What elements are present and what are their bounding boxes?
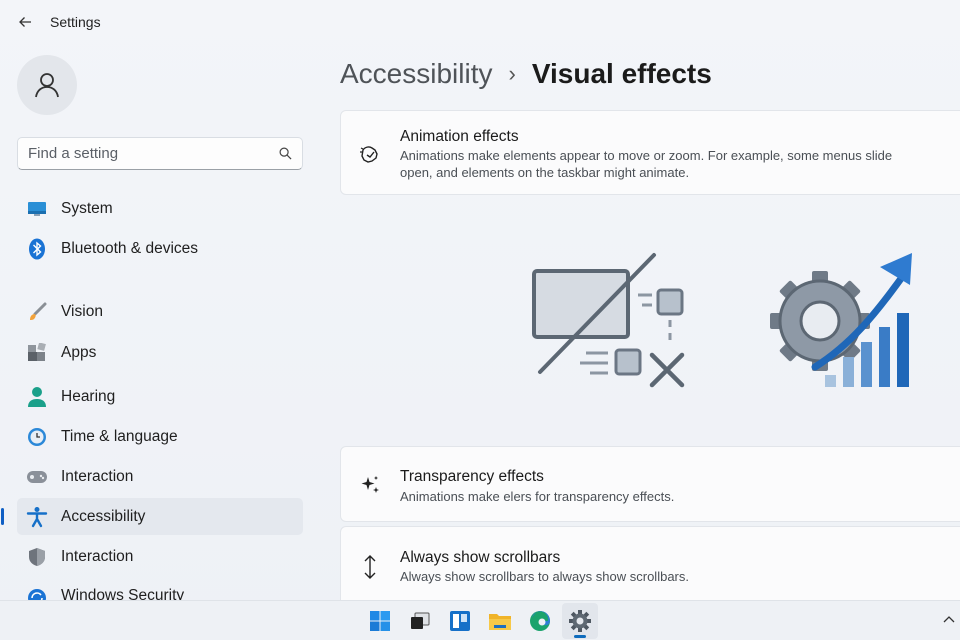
card-description: Always show scrollbars to always show sc… <box>400 569 689 584</box>
monitor-icon <box>26 198 48 220</box>
back-arrow-icon <box>19 17 31 27</box>
card-description: Animations make elements appear to move … <box>400 148 893 180</box>
sidebar-item-label: Time & language <box>61 427 178 445</box>
sidebar-item-time-language[interactable]: Time & language <box>17 418 303 455</box>
card-title: Always show scrollbars <box>400 549 561 566</box>
sidebar-item-label: Apps <box>61 343 97 361</box>
brush-icon <box>26 301 48 323</box>
sidebar-item-label: Interaction <box>61 547 134 565</box>
title-bar: Settings <box>0 0 960 44</box>
sidebar-item-label: Hearing <box>61 387 116 405</box>
sidebar-item-accessibility[interactable]: Accessibility <box>1 498 303 535</box>
apps-icon <box>26 342 48 364</box>
sidebar: Find a setting System Bluetooth & device… <box>0 44 320 600</box>
search-icon[interactable] <box>279 147 292 160</box>
sidebar-item-label: Bluetooth & devices <box>61 239 199 257</box>
widgets-icon[interactable] <box>442 603 478 639</box>
avatar[interactable] <box>17 55 77 115</box>
clock-globe-icon <box>26 426 48 448</box>
person-icon <box>26 386 48 408</box>
page-title: Visual effects <box>531 58 712 89</box>
sidebar-item-vision[interactable]: Vision <box>17 293 303 330</box>
sidebar-item-apps[interactable]: Apps <box>17 334 303 371</box>
sparkle-icon <box>357 472 383 498</box>
accessibility-icon <box>26 506 48 528</box>
performance-gear-illustration <box>770 253 912 387</box>
windows-start-icon[interactable] <box>362 603 398 639</box>
card-description: Animations make elers for transparency e… <box>400 489 675 504</box>
sidebar-item-hearing[interactable]: Hearing <box>17 378 303 415</box>
active-app-indicator <box>574 634 586 638</box>
update-icon <box>26 587 48 600</box>
sidebar-item-windows-security[interactable]: Windows Security <box>17 578 303 600</box>
sidebar-item-interaction-security[interactable]: Interaction <box>17 538 303 575</box>
shield-icon <box>26 546 48 568</box>
animation-icon <box>357 142 383 168</box>
task-view-icon[interactable] <box>402 603 438 639</box>
animation-off-illustration <box>532 253 685 388</box>
card-title: Animation effects <box>400 128 519 145</box>
bluetooth-icon <box>26 238 48 260</box>
app-title: Settings <box>50 14 101 30</box>
visual-effects-illustration <box>532 253 912 388</box>
vertical-arrows-icon <box>357 554 383 580</box>
sidebar-item-label: System <box>61 199 113 217</box>
active-indicator <box>1 508 4 525</box>
search-box[interactable]: Find a setting <box>17 137 303 170</box>
user-icon <box>35 73 59 98</box>
edge-browser-icon[interactable] <box>522 603 558 639</box>
sidebar-item-label: Windows Security <box>61 587 185 600</box>
taskbar <box>0 600 960 640</box>
breadcrumb-parent[interactable]: Accessibility <box>340 58 492 90</box>
settings-gear-icon[interactable] <box>562 602 598 639</box>
sidebar-item-bluetooth[interactable]: Bluetooth & devices <box>17 230 303 267</box>
setting-card-transparency-effects[interactable]: Transparency effects Animations make ele… <box>340 446 960 522</box>
sidebar-item-label: Interaction <box>61 467 134 485</box>
sidebar-item-label: Vision <box>61 302 103 320</box>
setting-card-animation-effects[interactable]: Animation effects Animations make elemen… <box>340 110 960 195</box>
sidebar-item-system[interactable]: System <box>17 190 303 227</box>
tray-chevron-up-icon[interactable] <box>942 612 956 626</box>
breadcrumb: Accessibility › Visual effects <box>340 56 712 92</box>
search-input[interactable]: Find a setting <box>28 145 279 162</box>
sidebar-item-label: Accessibility <box>61 507 146 525</box>
sidebar-item-interaction[interactable]: Interaction <box>17 458 303 495</box>
card-title: Transparency effects <box>400 468 544 485</box>
setting-card-always-show-scrollbars[interactable]: Always show scrollbars Always show scrol… <box>340 526 960 606</box>
breadcrumb-separator: › <box>508 61 516 86</box>
back-button[interactable] <box>10 7 40 37</box>
file-explorer-icon[interactable] <box>482 603 518 639</box>
gamepad-icon <box>26 466 48 488</box>
